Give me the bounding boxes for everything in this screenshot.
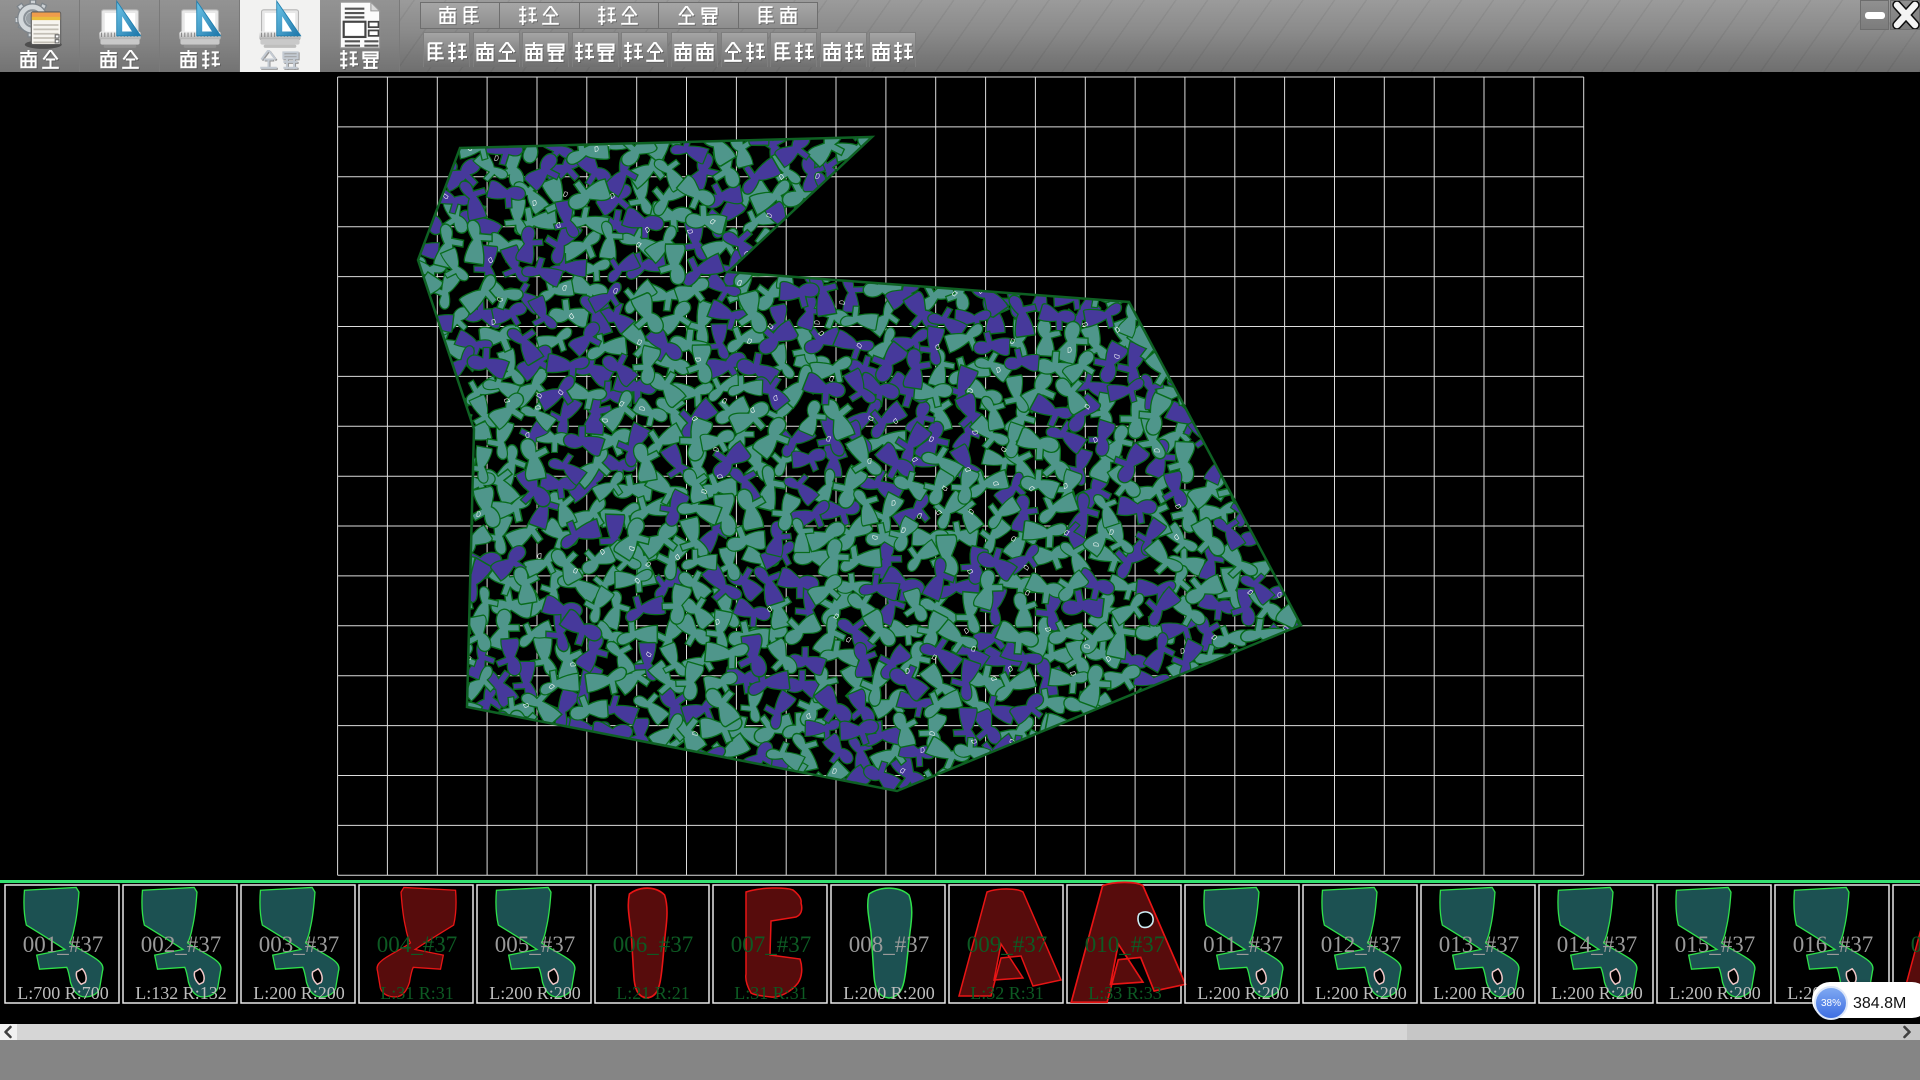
- svg-text:L:200 R:200: L:200 R:200: [489, 983, 581, 1003]
- svg-text:007_#37: 007_#37: [731, 932, 812, 957]
- svg-text:L:200 R:200: L:200 R:200: [1433, 983, 1525, 1003]
- svg-text:011_#37: 011_#37: [1203, 932, 1283, 957]
- svg-text:L:21 R:21: L:21 R:21: [616, 983, 690, 1003]
- svg-text:L:32 R:31: L:32 R:31: [970, 983, 1044, 1003]
- svg-text:010_#37: 010_#37: [1085, 932, 1166, 957]
- svg-text:013_#37: 013_#37: [1439, 932, 1520, 957]
- svg-text:002_#37: 002_#37: [141, 932, 222, 957]
- svg-text:009_#37: 009_#37: [967, 932, 1048, 957]
- svg-text:003_#37: 003_#37: [259, 932, 340, 957]
- svg-text:L:200 R:200: L:200 R:200: [1315, 983, 1407, 1003]
- svg-text:004_#37: 004_#37: [377, 932, 458, 957]
- svg-text:L:31 R:31: L:31 R:31: [380, 983, 454, 1003]
- svg-text:006_#37: 006_#37: [613, 932, 694, 957]
- svg-text:L:700 R:700: L:700 R:700: [17, 983, 109, 1003]
- svg-text:008_#37: 008_#37: [849, 932, 930, 957]
- svg-text:015_#37: 015_#37: [1675, 932, 1756, 957]
- svg-text:L:132 R:132: L:132 R:132: [135, 983, 227, 1003]
- svg-text:001_#37: 001_#37: [23, 932, 104, 957]
- svg-text:L:31 R:31: L:31 R:31: [734, 983, 808, 1003]
- svg-text:L:200 R:200: L:200 R:200: [253, 983, 345, 1003]
- svg-text:014_#37: 014_#37: [1557, 932, 1638, 957]
- svg-text:L:33 R:33: L:33 R:33: [1088, 983, 1162, 1003]
- svg-text:L:200 R:200: L:200 R:200: [843, 983, 935, 1003]
- svg-text:017_#37: 017_#37: [1911, 932, 1920, 957]
- svg-text:L:200 R:200: L:200 R:200: [1551, 983, 1643, 1003]
- svg-text:005_#37: 005_#37: [495, 932, 576, 957]
- svg-text:016_#37: 016_#37: [1793, 932, 1874, 957]
- svg-text:L:200 R:200: L:200 R:200: [1669, 983, 1761, 1003]
- svg-text:012_#37: 012_#37: [1321, 932, 1402, 957]
- svg-text:L:200 R:200: L:200 R:200: [1197, 983, 1289, 1003]
